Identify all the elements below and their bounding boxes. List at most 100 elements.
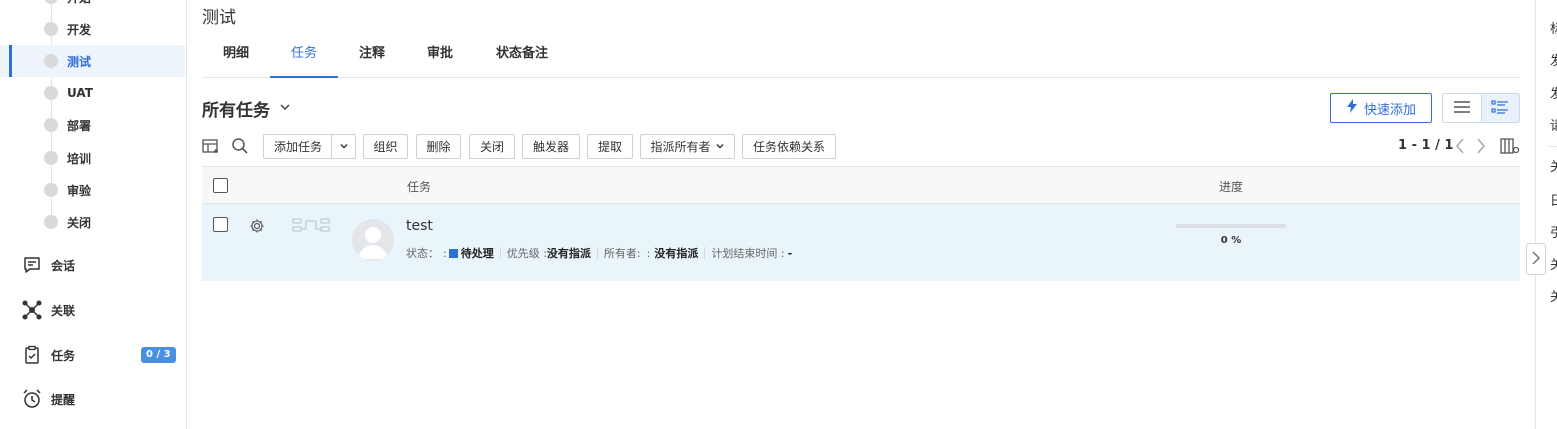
tab-status-notes[interactable]: 状态备注: [474, 38, 570, 78]
stage-close[interactable]: 关闭: [0, 206, 185, 238]
stage-review[interactable]: 审验: [0, 174, 185, 206]
right-panel-item[interactable]: 发: [1550, 50, 1557, 69]
stage-dot: [44, 0, 58, 4]
next-page-icon[interactable]: [1473, 136, 1489, 156]
nav-connections[interactable]: 关联: [0, 294, 185, 326]
gear-icon[interactable]: [249, 218, 265, 237]
stage-label: 测试: [67, 54, 92, 69]
add-task-button[interactable]: 添加任务: [263, 134, 356, 159]
right-panel-divider: [1535, 0, 1536, 429]
right-panel-item[interactable]: 日: [1550, 190, 1557, 209]
stage-deploy[interactable]: 部署: [0, 109, 185, 141]
search-icon[interactable]: [230, 136, 250, 156]
left-sidebar: 开始 开发 测试 UAT 部署 培训 审验 关闭 会话 关联: [0, 0, 187, 429]
stage-label: 开始: [67, 0, 91, 6]
fetch-button[interactable]: 提取: [587, 134, 633, 159]
column-header-task[interactable]: 任务: [407, 178, 431, 195]
task-meta: 状态： : 待处理 优先级 : 没有指派 所有者: : 没有指派 计划结束时间 …: [406, 245, 792, 261]
row-checkbox[interactable]: [213, 217, 228, 232]
add-task-dropdown[interactable]: [331, 135, 355, 158]
stage-test[interactable]: 测试: [0, 45, 185, 77]
right-panel-item[interactable]: 关: [1550, 156, 1557, 175]
owner-label: 所有者:: [603, 247, 641, 260]
stage-dot: [44, 183, 58, 197]
nav-label: 任务: [51, 348, 76, 363]
add-task-label: 添加任务: [274, 140, 323, 154]
progress-bar: [1176, 224, 1286, 228]
organize-button[interactable]: 组织: [363, 134, 408, 159]
table-header: 任务 进度: [202, 166, 1520, 204]
collapse-panel-button[interactable]: [1526, 243, 1546, 275]
delete-button[interactable]: 删除: [416, 134, 461, 159]
detail-view-button[interactable]: [1480, 94, 1519, 122]
nav-label: 关联: [51, 303, 76, 318]
pagination-text: 1 - 1 / 1: [1398, 138, 1454, 153]
tab-bar: 明细 任务 注释 审批 状态备注: [202, 38, 1520, 78]
priority-value: 没有指派: [546, 247, 591, 260]
right-panel-item[interactable]: 标: [1550, 18, 1557, 37]
stage-dot: [44, 215, 58, 229]
add-column-icon[interactable]: [201, 136, 221, 156]
right-panel-item[interactable]: 发: [1550, 83, 1557, 102]
page-title: 测试: [202, 8, 236, 28]
meta-separator: [499, 247, 501, 259]
tab-approvals[interactable]: 审批: [406, 38, 474, 78]
detail-list-icon: [1491, 99, 1509, 117]
stage-training[interactable]: 培训: [0, 142, 185, 174]
stage-dot: [44, 54, 58, 68]
clipboard-icon: [21, 344, 43, 366]
main-content: 测试 明细 任务 注释 审批 状态备注 所有任务 快速添加 添加任务 组织 删除…: [202, 0, 1520, 429]
close-button[interactable]: 关闭: [469, 134, 515, 159]
meta-separator: [704, 247, 706, 259]
stage-label: 关闭: [67, 215, 92, 230]
task-dependencies-button[interactable]: 任务依赖关系: [742, 134, 836, 159]
stage-dot: [44, 151, 58, 165]
stage-label: 部署: [67, 118, 92, 133]
column-settings-icon[interactable]: [1500, 136, 1520, 156]
end-time-label: 计划结束时间 :: [711, 247, 785, 260]
stage-dot: [44, 118, 58, 132]
section-title-text: 所有任务: [202, 101, 270, 121]
assign-owner-label: 指派所有者: [650, 140, 711, 154]
stage-uat[interactable]: UAT: [0, 77, 185, 109]
chat-icon: [21, 254, 43, 276]
task-name[interactable]: test: [406, 218, 433, 234]
right-panel-divider-line: [1548, 146, 1557, 147]
right-panel: 标 发 发 请 关 日 引 关 关: [1548, 0, 1557, 429]
stage-start[interactable]: 开始: [0, 0, 185, 13]
assign-owner-button[interactable]: 指派所有者: [640, 134, 735, 159]
table-row[interactable]: test 状态： : 待处理 优先级 : 没有指派 所有者: : 没有指派 计划…: [202, 204, 1520, 281]
tab-details[interactable]: 明细: [202, 38, 270, 78]
nav-reminders[interactable]: 提醒: [0, 383, 185, 415]
column-header-progress[interactable]: 进度: [1219, 178, 1243, 195]
nav-tasks[interactable]: 任务 0 / 3: [0, 339, 185, 371]
nav-label: 会话: [51, 258, 76, 273]
tab-notes[interactable]: 注释: [338, 38, 406, 78]
view-toggle: [1442, 93, 1520, 123]
quick-add-button[interactable]: 快速添加: [1330, 93, 1432, 123]
nav-label: 提醒: [51, 392, 76, 407]
trigger-button[interactable]: 触发器: [522, 134, 580, 159]
right-panel-item[interactable]: 引: [1550, 222, 1557, 241]
chevron-down-icon: [715, 140, 725, 154]
chevron-down-icon: [339, 140, 349, 154]
right-panel-item[interactable]: 关: [1550, 286, 1557, 305]
list-view-button[interactable]: [1443, 94, 1481, 122]
stage-develop[interactable]: 开发: [0, 13, 185, 45]
network-icon: [21, 299, 43, 321]
lightning-icon: [1346, 99, 1358, 117]
stage-label: UAT: [67, 86, 93, 100]
status-label: 状态：: [406, 247, 439, 260]
stage-dot: [44, 22, 58, 36]
chevron-down-icon: [278, 99, 292, 119]
colon-text: :: [646, 246, 651, 260]
previous-page-icon[interactable]: [1452, 136, 1468, 156]
select-all-checkbox[interactable]: [213, 178, 228, 193]
nav-conversations[interactable]: 会话: [0, 249, 185, 281]
quick-add-label: 快速添加: [1363, 102, 1416, 118]
stage-label: 开发: [67, 22, 92, 37]
right-panel-item[interactable]: 关: [1550, 254, 1557, 273]
tab-tasks[interactable]: 任务: [270, 38, 338, 78]
all-tasks-dropdown[interactable]: 所有任务: [202, 96, 292, 121]
right-panel-item[interactable]: 请: [1550, 115, 1557, 134]
